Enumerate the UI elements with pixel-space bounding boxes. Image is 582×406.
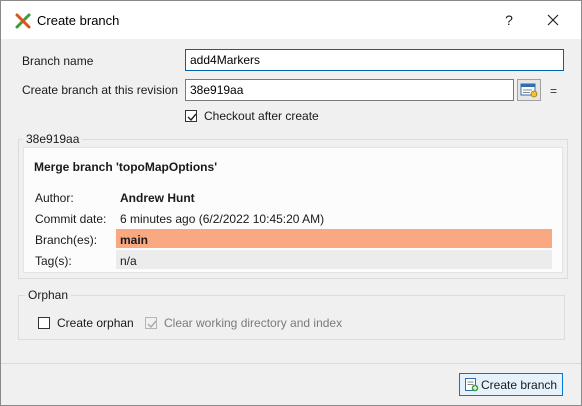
dialog-footer: Create branch (1, 363, 581, 405)
create-orphan-checkbox[interactable] (38, 317, 50, 329)
tags-highlight (116, 250, 552, 269)
create-branch-button-label: Create branch (481, 378, 558, 392)
commit-date-value: 6 minutes ago (6/2/2022 10:45:20 AM) (120, 212, 325, 226)
commit-date-label: Commit date: (35, 212, 107, 226)
tags-value: n/a (120, 254, 137, 268)
create-orphan-label: Create orphan (57, 316, 134, 330)
create-branch-icon (464, 377, 479, 395)
close-button[interactable] (541, 9, 565, 31)
title-bar: Create branch ? (1, 1, 581, 39)
create-branch-button[interactable]: Create branch (459, 373, 563, 396)
commit-info-group-title: 38e919aa (23, 132, 83, 146)
equals-indicator: = (550, 84, 558, 98)
create-branch-dialog: Create branch ? Branch name add4Markers … (0, 0, 582, 406)
checkmark-icon (147, 320, 157, 329)
author-value: Andrew Hunt (120, 191, 195, 205)
clear-working-directory-checkbox[interactable] (145, 317, 157, 329)
revision-label: Create branch at this revision (22, 83, 179, 97)
branch-name-input[interactable]: add4Markers (185, 49, 564, 71)
tags-label: Tag(s): (35, 254, 72, 268)
checkmark-icon (187, 113, 197, 122)
branches-highlight (116, 229, 552, 248)
close-icon (547, 14, 559, 26)
git-extensions-icon (15, 13, 31, 29)
branches-label: Branch(es): (35, 233, 98, 247)
commit-message: Merge branch 'topoMapOptions' (34, 160, 218, 174)
checkout-after-create-label: Checkout after create (204, 109, 319, 123)
clear-working-directory-label: Clear working directory and index (164, 316, 343, 330)
revision-input[interactable]: 38e919aa (185, 79, 514, 101)
window-title: Create branch (37, 13, 120, 28)
branch-name-label: Branch name (22, 54, 94, 68)
checkout-after-create-checkbox[interactable] (185, 110, 197, 122)
help-button[interactable]: ? (498, 9, 520, 31)
commit-picker-icon (520, 83, 538, 98)
branches-value[interactable]: main (120, 233, 148, 247)
author-label: Author: (35, 191, 74, 205)
orphan-group-title: Orphan (25, 288, 72, 302)
select-revision-button[interactable] (517, 79, 541, 101)
